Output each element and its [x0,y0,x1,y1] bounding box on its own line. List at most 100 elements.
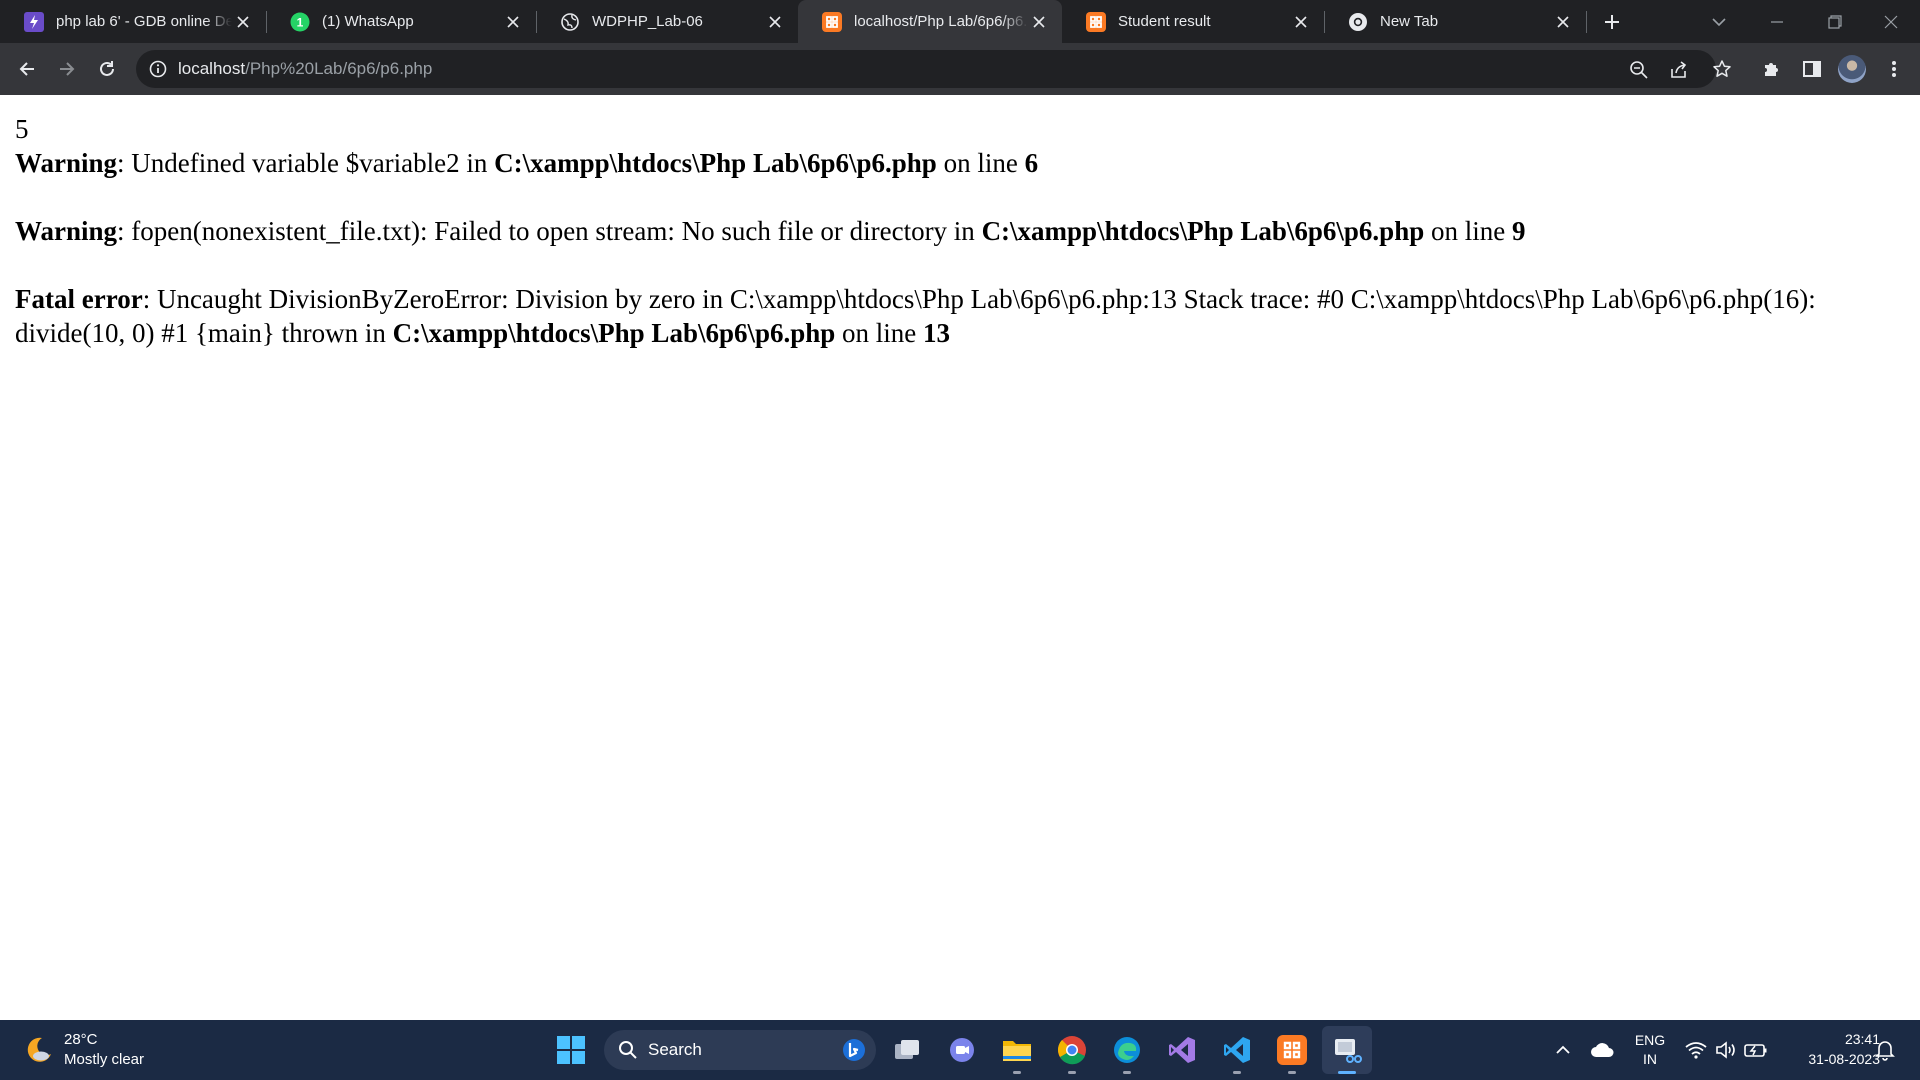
language-region[interactable]: IN [1628,1051,1672,1067]
php-warning-1: Warning: Undefined variable $variable2 i… [15,146,1895,180]
new-tab-button[interactable] [1582,0,1642,43]
info-icon[interactable] [148,59,168,79]
folder-icon [1003,1041,1031,1061]
minimize-button[interactable] [1748,0,1806,43]
close-icon[interactable] [502,11,524,33]
more-vert-icon [1892,61,1896,77]
wifi-icon[interactable] [1680,1033,1712,1067]
volume-icon[interactable] [1710,1033,1742,1067]
xampp-icon [1086,11,1106,32]
reload-icon [100,61,114,76]
php-fatal-error: Fatal error: Uncaught DivisionByZeroErro… [15,282,1895,350]
message-on-line: on line [936,148,1025,178]
chevron-up-icon [1556,1045,1570,1054]
message-on-line: on line [1424,216,1512,246]
taskbar: 28°C Mostly clear Search ENG IN 23:41 31… [0,1020,1920,1080]
url-host: localhost [178,59,246,78]
menu-button[interactable] [1878,53,1910,85]
zoom-icon[interactable] [1628,59,1650,81]
chrome-taskbar-button[interactable] [1055,1033,1089,1067]
message-file: C:\xampp\htdocs\Php Lab\6p6\p6.php [494,148,937,178]
arrow-right-icon [60,62,75,76]
close-icon[interactable] [764,11,786,33]
close-icon[interactable] [1290,11,1312,33]
url-text[interactable]: localhost/Php%20Lab/6p6/p6.php [178,59,432,79]
running-indicator [1013,1071,1021,1074]
weather-moon-icon[interactable] [24,1035,54,1065]
message-text: : Undefined variable $variable2 in [117,148,495,178]
visual-studio-icon [1169,1037,1195,1063]
clock-time[interactable]: 23:41 [1780,1031,1880,1047]
xampp-button[interactable] [1275,1033,1309,1067]
running-indicator [1123,1071,1131,1074]
side-panel-button[interactable] [1796,53,1828,85]
snipping-tool-icon [1335,1039,1362,1063]
gdb-icon [24,11,44,32]
globe-icon [560,12,580,32]
start-button[interactable] [554,1033,588,1067]
teams-chat-button[interactable] [945,1033,979,1067]
edge-icon [1114,1037,1140,1063]
output-value: 5 [15,114,29,144]
windows-icon [557,1036,585,1064]
tab-title: New Tab [1380,13,1439,30]
message-line: 13 [923,318,951,348]
back-button[interactable] [11,53,43,85]
message-file: C:\xampp\htdocs\Php Lab\6p6\p6.php [392,318,836,348]
bookmark-star-button[interactable] [1706,53,1738,85]
restore-button[interactable] [1806,0,1864,43]
tab-strip: php lab 6' - GDB online Debugger 1 (1) W… [0,0,1920,43]
vscode-button[interactable] [1220,1033,1254,1067]
extensions-button[interactable] [1756,53,1788,85]
tab-gdb[interactable]: php lab 6' - GDB online Debugger [0,0,266,43]
star-icon [1713,60,1731,77]
notifications-button[interactable] [1868,1033,1902,1067]
close-icon[interactable] [1552,11,1574,33]
onedrive-button[interactable] [1584,1033,1620,1067]
page-content: 5 Warning: Undefined variable $variable2… [15,112,1895,350]
minimize-icon [1771,20,1783,23]
xampp-icon [822,11,842,32]
svg-text:1: 1 [297,15,304,29]
share-icon[interactable] [1668,59,1690,81]
php-warning-2: Warning: fopen(nonexistent_file.txt): Fa… [15,214,1895,248]
task-view-icon [895,1040,919,1059]
profile-avatar[interactable] [1838,55,1866,83]
message-on-line: on line [835,318,924,348]
edge-button[interactable] [1110,1033,1144,1067]
forward-button[interactable] [51,53,83,85]
snipping-tool-button[interactable] [1330,1033,1364,1067]
search-label: Search [648,1040,702,1059]
tab-wdphp-lab[interactable]: WDPHP_Lab-06 [536,0,798,43]
tab-title: (1) WhatsApp [322,13,414,30]
tab-localhost-p6[interactable]: localhost/Php Lab/6p6/p6.php [798,0,1062,43]
puzzle-icon [1765,63,1778,76]
reload-button[interactable] [91,53,123,85]
visual-studio-button[interactable] [1165,1033,1199,1067]
taskbar-search[interactable]: Search [604,1030,876,1070]
close-icon[interactable] [1028,11,1050,33]
tab-search-button[interactable] [1690,0,1748,43]
close-icon[interactable] [232,11,254,33]
tab-new-tab[interactable]: New Tab [1324,0,1586,43]
url-path: /Php%20Lab/6p6/p6.php [245,59,433,78]
vscode-icon [1224,1037,1250,1063]
file-explorer-button[interactable] [1000,1033,1034,1067]
task-view-button[interactable] [890,1033,924,1067]
message-label: Fatal error [15,284,143,314]
arrow-left-icon [19,62,34,76]
weather-temperature[interactable]: 28°C [64,1031,98,1048]
language-code[interactable]: ENG [1628,1032,1672,1048]
show-hidden-icons-button[interactable] [1545,1033,1581,1067]
tab-whatsapp[interactable]: 1 (1) WhatsApp [266,0,536,43]
whatsapp-icon: 1 [290,12,310,32]
tab-student-result[interactable]: Student result [1062,0,1324,43]
clock-date[interactable]: 31-08-2023 [1780,1051,1880,1067]
address-bar[interactable]: localhost/Php%20Lab/6p6/p6.php [136,50,1716,88]
close-window-button[interactable] [1862,0,1920,43]
message-label: Warning [15,148,118,178]
battery-icon[interactable] [1740,1033,1772,1067]
weather-description[interactable]: Mostly clear [64,1051,144,1068]
